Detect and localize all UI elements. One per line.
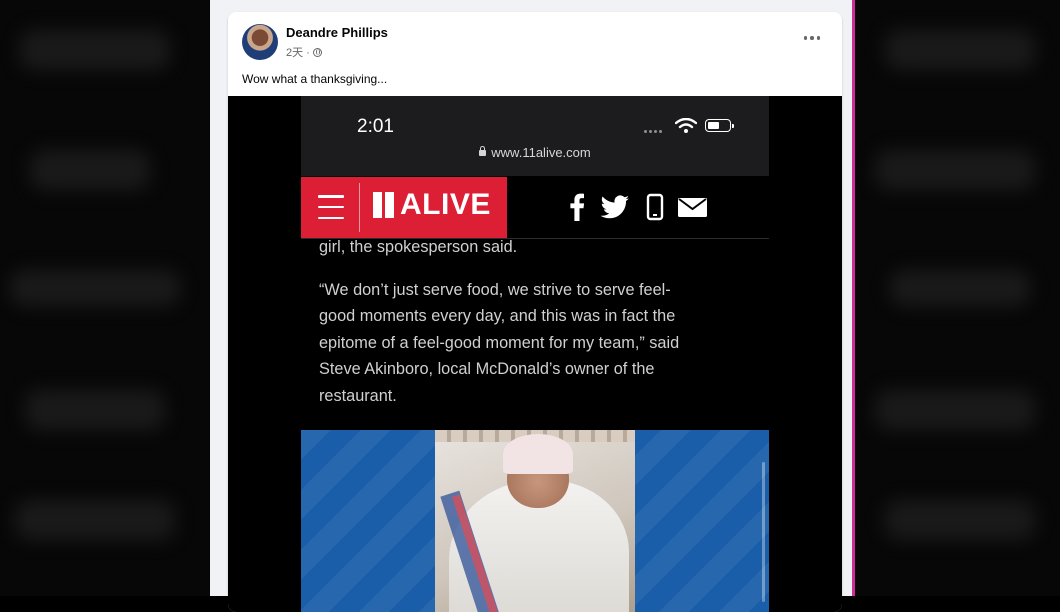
- phone-screenshot: 2:01 www.11alive.com ALIVE girl, the spo…: [301, 96, 769, 612]
- lock-icon: [479, 145, 487, 156]
- brand-block: ALIVE: [301, 177, 507, 238]
- article-quote: “We don’t just serve food, we strive to …: [319, 277, 759, 410]
- avatar[interactable]: [242, 24, 278, 60]
- menu-icon: [318, 195, 344, 219]
- post-author-name[interactable]: Deandre Phillips: [286, 25, 388, 40]
- quote-line: “We don’t just serve food, we strive to …: [319, 280, 671, 299]
- quote-line: Steve Akinboro, local McDonald’s owner o…: [319, 360, 655, 378]
- phone-time: 2:01: [357, 116, 394, 137]
- quote-line: restaurant.: [319, 386, 397, 405]
- battery-icon: [705, 119, 734, 132]
- site-header: ALIVE: [301, 177, 769, 239]
- blurred-background-left: [0, 0, 210, 596]
- post-time[interactable]: 2天 ·: [286, 44, 310, 60]
- twitter-icon: [600, 195, 629, 219]
- logo-text: ALIVE: [400, 188, 491, 221]
- article-photo-background: [301, 430, 769, 612]
- quote-line: epitome of a feel-good moment for my tea…: [319, 333, 680, 352]
- phone-url-bar: www.11alive.com: [301, 145, 769, 160]
- signal-icon: [644, 130, 662, 133]
- globe-icon: [312, 47, 322, 57]
- mobile-icon: [646, 193, 664, 221]
- phone-url: www.11alive.com: [491, 145, 591, 160]
- post-card: Deandre Phillips 2天 · Wow what a thanksg…: [228, 12, 842, 612]
- email-icon: [678, 198, 707, 217]
- article-partial-line: girl, the spokesperson said.: [319, 238, 518, 256]
- phone-scrollbar: [762, 462, 765, 602]
- newborn-photo: [435, 430, 635, 612]
- facebook-feed-column: Deandre Phillips 2天 · Wow what a thanksg…: [210, 0, 855, 612]
- phone-status-bar: 2:01 www.11alive.com: [301, 96, 769, 176]
- facebook-icon: [570, 193, 585, 221]
- post-meta: 2天 ·: [286, 44, 322, 60]
- site-logo: ALIVE: [373, 188, 491, 222]
- wifi-icon: [675, 118, 697, 133]
- article-body: girl, the spokesperson said. “We don’t j…: [319, 234, 759, 409]
- post-text: Wow what a thanksgiving...: [242, 72, 388, 86]
- post-media[interactable]: 2:01 www.11alive.com ALIVE girl, the spo…: [228, 96, 842, 612]
- brand-divider: [359, 183, 360, 232]
- blurred-background-right: [855, 0, 1060, 596]
- logo-11-mark: [373, 192, 394, 218]
- quote-line: good moments every day, and this was in …: [319, 307, 676, 325]
- more-options-button[interactable]: [800, 30, 824, 46]
